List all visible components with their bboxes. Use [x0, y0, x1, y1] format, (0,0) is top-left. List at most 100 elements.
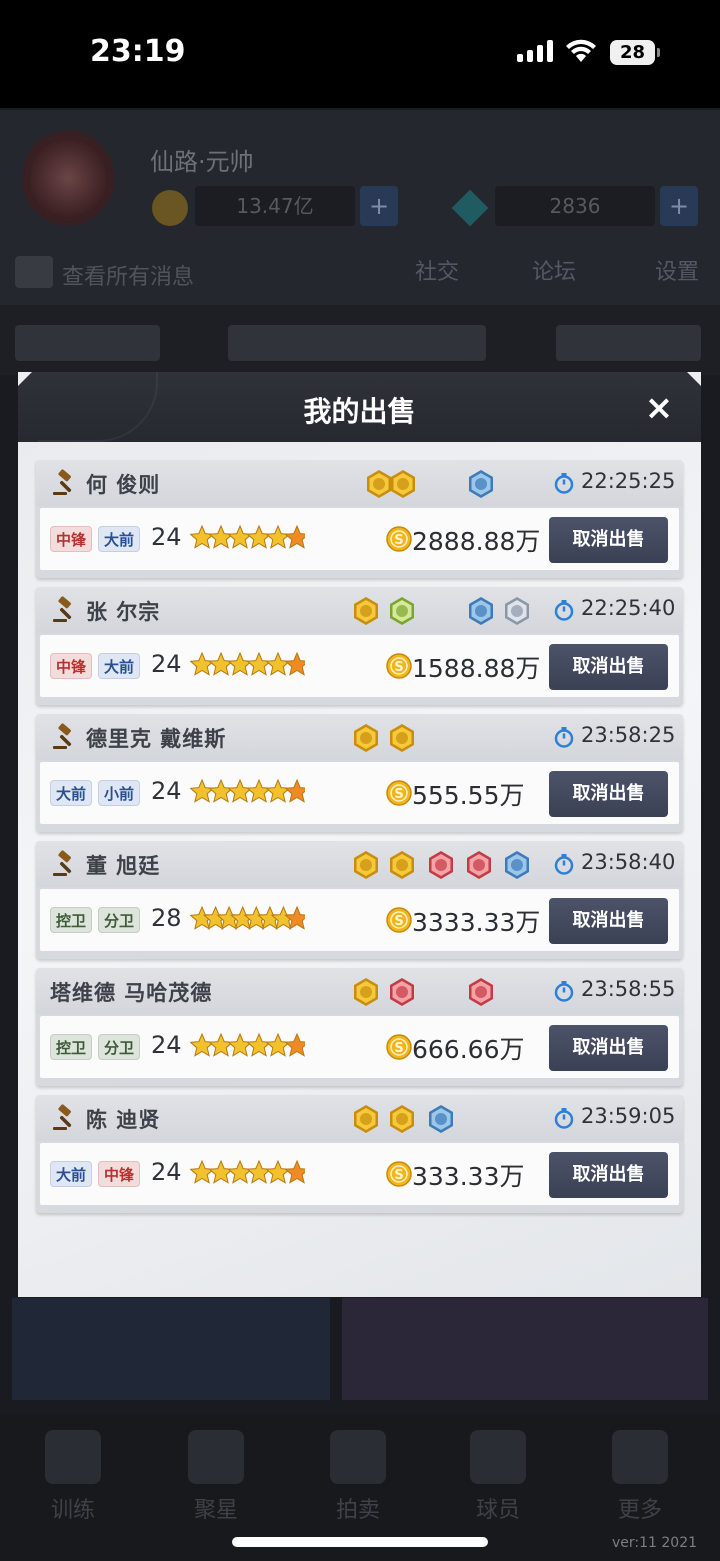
auction-gavel-icon — [53, 723, 72, 749]
skill-badge-icon — [505, 851, 529, 879]
sale-price: 2888.88万 — [412, 527, 541, 556]
player-name: 陈 迪贤 — [86, 1108, 161, 1132]
star-rating — [190, 778, 305, 803]
version-text: ver:11 2021 — [612, 1535, 698, 1551]
nav-auction-icon[interactable] — [330, 1430, 386, 1484]
nav-auction-label[interactable]: 拍卖 — [328, 1492, 388, 1524]
skill-badge-icon — [467, 851, 491, 879]
listing-detail-row: 大前 小前 24 S 555.55万 取消出售 — [40, 762, 679, 824]
listing-time: 23:58:55 — [581, 977, 676, 1001]
background-player-name: 仙路·元帅 — [150, 148, 254, 176]
background-card-left — [12, 1298, 330, 1400]
sale-listing: 张 尔宗 22:25:40 中锋 大前 24 S 1588.88万 取消出售 — [36, 587, 683, 705]
add-gems-button[interactable]: + — [660, 186, 698, 226]
nav-more-icon[interactable] — [612, 1430, 668, 1484]
cancel-sale-button[interactable]: 取消出售 — [549, 771, 668, 817]
gem-balance: 2836 — [495, 186, 655, 226]
skill-badge-icon — [391, 470, 415, 498]
player-age: 24 — [151, 1031, 182, 1059]
skill-badge-icon — [469, 978, 493, 1006]
svg-text:S: S — [394, 660, 403, 675]
cancel-sale-button[interactable]: 取消出售 — [549, 644, 668, 690]
listing-header-row: 张 尔宗 22:25:40 — [36, 587, 683, 633]
star-rating — [190, 651, 305, 676]
gold-coin-icon: S — [386, 526, 412, 552]
sale-price: 3333.33万 — [412, 908, 541, 937]
nav-train-icon[interactable] — [45, 1430, 101, 1484]
star-rating — [190, 524, 305, 549]
gold-coin-icon: S — [386, 780, 412, 806]
position-tag: 控卫 — [50, 907, 93, 933]
svg-text:S: S — [394, 1041, 403, 1056]
cancel-sale-button[interactable]: 取消出售 — [549, 898, 668, 944]
add-coins-button[interactable]: + — [360, 186, 398, 226]
star-rating — [190, 905, 305, 930]
sale-list: 何 俊则 22:25:25 中锋 大前 24 S 2888.88万 取消出售张 尔宗 22:25… — [18, 442, 701, 1297]
skill-badge-icon — [390, 597, 414, 625]
nav-more-label[interactable]: 更多 — [610, 1492, 670, 1524]
player-age: 24 — [151, 523, 182, 551]
sale-listing: 德里克 戴维斯 23:58:25 大前 小前 24 S 555.55万 取消出售 — [36, 714, 683, 832]
position-tag: 大前 — [98, 653, 141, 679]
stopwatch-icon — [554, 981, 574, 1002]
listing-time: 23:58:25 — [581, 723, 676, 747]
gold-coin-icon: S — [386, 907, 412, 933]
background-chip-1 — [15, 325, 160, 361]
cancel-sale-button[interactable]: 取消出售 — [549, 1025, 668, 1071]
listing-detail-row: 中锋 大前 24 S 2888.88万 取消出售 — [40, 508, 679, 570]
coin-balance: 13.47亿 — [195, 186, 355, 226]
position-tag: 中锋 — [50, 653, 93, 679]
home-indicator[interactable] — [232, 1537, 488, 1547]
skill-badge-icon — [469, 470, 493, 498]
nav-player-label[interactable]: 球员 — [468, 1492, 528, 1524]
message-icon[interactable] — [15, 256, 53, 288]
nav-star-label[interactable]: 聚星 — [186, 1492, 246, 1524]
position-tag: 分卫 — [98, 907, 141, 933]
position-tag: 大前 — [50, 1161, 93, 1187]
gold-coin-icon: S — [386, 1034, 412, 1060]
social-button[interactable]: 社交 — [415, 254, 459, 286]
position-tag: 小前 — [98, 780, 141, 806]
position-tag: 大前 — [50, 780, 93, 806]
forum-button[interactable]: 论坛 — [532, 254, 576, 286]
sale-price: 666.66万 — [412, 1035, 525, 1064]
player-name: 董 旭廷 — [86, 854, 161, 878]
background-card-right — [342, 1298, 708, 1400]
gold-coin-icon: S — [386, 653, 412, 679]
listing-header-row: 陈 迪贤 23:59:05 — [36, 1095, 683, 1141]
skill-badge-icon — [354, 851, 378, 879]
listing-time: 23:59:05 — [581, 1104, 676, 1128]
listing-detail-row: 大前 中锋 24 S 333.33万 取消出售 — [40, 1143, 679, 1205]
nav-star-icon[interactable] — [188, 1430, 244, 1484]
cancel-sale-button[interactable]: 取消出售 — [549, 1152, 668, 1198]
skill-badge-icon — [354, 978, 378, 1006]
sale-listing: 何 俊则 22:25:25 中锋 大前 24 S 2888.88万 取消出售 — [36, 460, 683, 578]
listing-time: 22:25:25 — [581, 469, 676, 493]
team-logo-avatar — [22, 130, 114, 226]
skill-badge-icon — [354, 597, 378, 625]
position-tag: 分卫 — [98, 1034, 141, 1060]
cancel-sale-button[interactable]: 取消出售 — [549, 517, 668, 563]
status-bar: 23:19 28 — [0, 0, 720, 108]
player-name: 德里克 戴维斯 — [86, 727, 227, 751]
player-age: 24 — [151, 650, 182, 678]
settings-button[interactable]: 设置 — [655, 254, 699, 286]
skill-badge-icon — [354, 724, 378, 752]
stopwatch-icon — [554, 727, 574, 748]
background-chip-2 — [228, 325, 486, 361]
listing-header-row: 塔维德 马哈茂德 23:58:55 — [36, 968, 683, 1014]
message-label[interactable]: 查看所有消息 — [62, 259, 194, 291]
sale-price: 1588.88万 — [412, 654, 541, 683]
sale-price: 555.55万 — [412, 781, 525, 810]
app-screen: 23:19 28 仙路·元帅 13.47亿 + 2836 + 查看所有消息 社交… — [0, 0, 720, 1561]
svg-text:S: S — [394, 787, 403, 802]
player-age: 24 — [151, 777, 182, 805]
wifi-icon — [566, 39, 596, 62]
player-age: 24 — [151, 1158, 182, 1186]
nav-player-icon[interactable] — [470, 1430, 526, 1484]
nav-train-label[interactable]: 训练 — [43, 1492, 103, 1524]
star-rating — [190, 1032, 305, 1057]
stopwatch-icon — [554, 854, 574, 875]
stopwatch-icon — [554, 600, 574, 621]
close-button[interactable]: × — [638, 388, 680, 430]
